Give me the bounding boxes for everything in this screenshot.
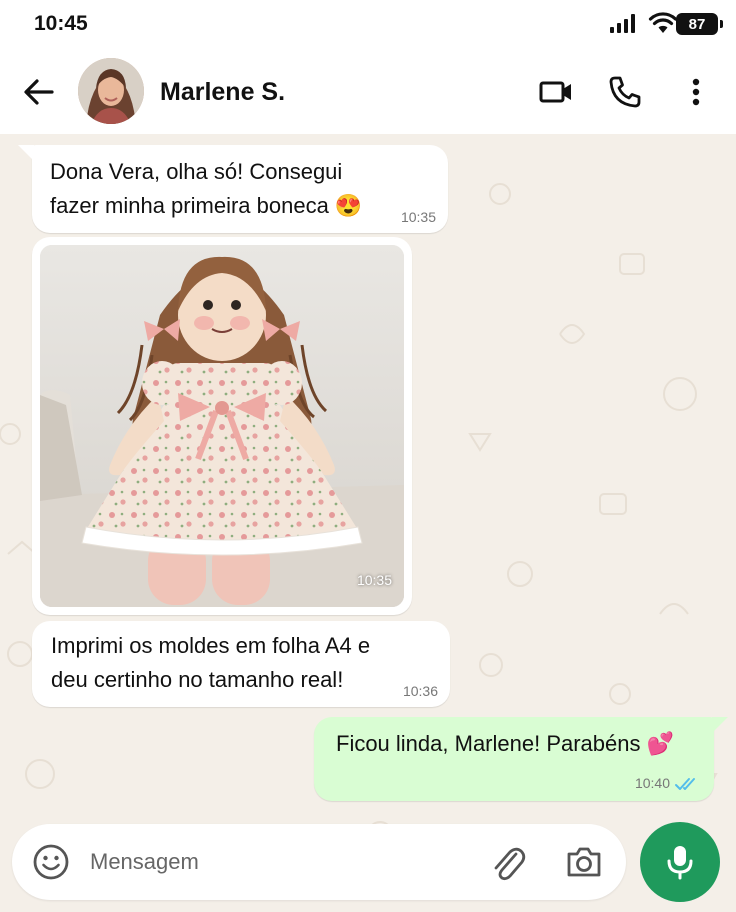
back-arrow-icon[interactable] — [22, 76, 56, 108]
message-input[interactable] — [90, 842, 470, 882]
video-call-icon[interactable] — [538, 74, 574, 110]
message-text-line: Imprimi os moldes em folha A4 e — [51, 633, 371, 658]
status-icons — [608, 12, 678, 34]
message-text-line: fazer minha primeira boneca 😍 — [50, 193, 363, 218]
battery-icon: 87 — [676, 13, 723, 35]
chat-header: Marlene S. — [0, 50, 736, 134]
signal-icon — [610, 14, 635, 33]
read-ticks-icon — [675, 778, 695, 790]
wifi-icon — [648, 12, 678, 33]
attach-icon[interactable] — [488, 842, 528, 882]
phone-icon[interactable] — [607, 74, 643, 110]
doll-photo[interactable]: 10:35 — [40, 245, 404, 607]
message-time: 10:35 — [400, 209, 436, 225]
message-composer — [12, 824, 626, 900]
message-time: 10:36 — [402, 683, 438, 699]
message-bubble-incoming[interactable]: Dona Vera, olha só! Consegui fazer minha… — [18, 145, 448, 233]
bubble-tail — [712, 717, 728, 733]
chat-area[interactable]: Dona Vera, olha só! Consegui fazer minha… — [0, 134, 736, 912]
avatar[interactable] — [78, 58, 144, 124]
camera-icon[interactable] — [564, 843, 604, 881]
message-time: 10:40 — [634, 775, 670, 791]
status-bar: 10:45 87 — [0, 0, 736, 50]
contact-name[interactable]: Marlene S. — [160, 78, 285, 107]
bubble-tail — [18, 145, 34, 161]
message-text-line: deu certinho no tamanho real! — [51, 667, 344, 692]
mic-button[interactable] — [640, 822, 720, 902]
image-message-bubble[interactable]: 10:35 — [32, 237, 412, 615]
message-bubble-incoming[interactable]: Imprimi os moldes em folha A4 e deu cert… — [32, 621, 450, 707]
message-text-line: Ficou linda, Marlene! Parabéns 💕 — [336, 731, 675, 756]
message-time: 10:35 — [356, 572, 392, 588]
battery-level: 87 — [688, 15, 706, 33]
mic-icon — [667, 846, 693, 880]
status-time: 10:45 — [34, 12, 88, 35]
message-bubble-outgoing[interactable]: Ficou linda, Marlene! Parabéns 💕 10:40 — [314, 717, 728, 801]
message-text-line: Dona Vera, olha só! Consegui — [50, 159, 343, 184]
more-vert-icon[interactable] — [680, 74, 712, 110]
emoji-icon[interactable] — [32, 843, 70, 881]
